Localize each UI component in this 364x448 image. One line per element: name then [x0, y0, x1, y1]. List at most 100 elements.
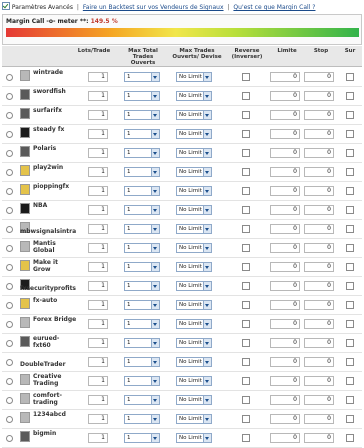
limite-input[interactable]: 0 [270, 376, 300, 386]
reverse-checkbox[interactable] [242, 320, 250, 328]
limite-input[interactable]: 0 [270, 224, 300, 234]
max-devise-select[interactable]: No Limit [176, 262, 212, 272]
max-devise-select[interactable]: No Limit [176, 205, 212, 215]
reverse-checkbox[interactable] [242, 301, 250, 309]
lots-input[interactable]: 1 [88, 224, 108, 234]
sur-checkbox[interactable] [346, 415, 354, 423]
max-total-select[interactable]: 1 [124, 395, 160, 405]
provider-name[interactable]: Forex Bridge [33, 316, 77, 323]
reverse-checkbox[interactable] [242, 358, 250, 366]
lots-input[interactable]: 1 [88, 414, 108, 424]
limite-input[interactable]: 0 [270, 148, 300, 158]
provider-name[interactable]: DoubleTrader [20, 361, 80, 368]
reverse-checkbox[interactable] [242, 263, 250, 271]
limite-input[interactable]: 0 [270, 281, 300, 291]
sur-checkbox[interactable] [346, 187, 354, 195]
max-devise-select[interactable]: No Limit [176, 338, 212, 348]
provider-name[interactable]: Creative Trading [33, 373, 77, 387]
sur-checkbox[interactable] [346, 263, 354, 271]
limite-input[interactable]: 0 [270, 186, 300, 196]
stop-input[interactable]: 0 [304, 205, 334, 215]
max-total-select[interactable]: 1 [124, 110, 160, 120]
max-devise-select[interactable]: No Limit [176, 433, 212, 443]
provider-name[interactable]: Make it Grow [33, 259, 77, 273]
sur-checkbox[interactable] [346, 168, 354, 176]
reverse-checkbox[interactable] [242, 92, 250, 100]
limite-input[interactable]: 0 [270, 319, 300, 329]
lots-input[interactable]: 1 [88, 281, 108, 291]
max-devise-select[interactable]: No Limit [176, 395, 212, 405]
reverse-checkbox[interactable] [242, 339, 250, 347]
max-total-select[interactable]: 1 [124, 376, 160, 386]
stop-input[interactable]: 0 [304, 281, 334, 291]
lots-input[interactable]: 1 [88, 205, 108, 215]
max-total-select[interactable]: 1 [124, 433, 160, 443]
max-devise-select[interactable]: No Limit [176, 167, 212, 177]
lots-input[interactable]: 1 [88, 376, 108, 386]
row-radio[interactable] [6, 283, 13, 290]
max-devise-select[interactable]: No Limit [176, 376, 212, 386]
stop-input[interactable]: 0 [304, 319, 334, 329]
limite-input[interactable]: 0 [270, 357, 300, 367]
lots-input[interactable]: 1 [88, 357, 108, 367]
limite-input[interactable]: 0 [270, 395, 300, 405]
limite-input[interactable]: 0 [270, 300, 300, 310]
sur-checkbox[interactable] [346, 206, 354, 214]
lots-input[interactable]: 1 [88, 338, 108, 348]
provider-name[interactable]: mbwsignalsintra [20, 228, 80, 235]
max-devise-select[interactable]: No Limit [176, 129, 212, 139]
sur-checkbox[interactable] [346, 301, 354, 309]
reverse-checkbox[interactable] [242, 415, 250, 423]
max-devise-select[interactable]: No Limit [176, 186, 212, 196]
row-radio[interactable] [6, 264, 13, 271]
limite-input[interactable]: 0 [270, 205, 300, 215]
lots-input[interactable]: 1 [88, 110, 108, 120]
stop-input[interactable]: 0 [304, 376, 334, 386]
backtest-link[interactable]: Faire un Backtest sur vos Vendeurs de Si… [83, 4, 224, 11]
reverse-checkbox[interactable] [242, 187, 250, 195]
row-radio[interactable] [6, 131, 13, 138]
reverse-checkbox[interactable] [242, 111, 250, 119]
row-radio[interactable] [6, 435, 13, 442]
provider-name[interactable]: 1234abcd [33, 411, 77, 418]
sur-checkbox[interactable] [346, 339, 354, 347]
row-radio[interactable] [6, 112, 13, 119]
sur-checkbox[interactable] [346, 92, 354, 100]
sur-checkbox[interactable] [346, 377, 354, 385]
sur-checkbox[interactable] [346, 130, 354, 138]
lots-input[interactable]: 1 [88, 148, 108, 158]
max-devise-select[interactable]: No Limit [176, 281, 212, 291]
stop-input[interactable]: 0 [304, 110, 334, 120]
sur-checkbox[interactable] [346, 73, 354, 81]
provider-name[interactable]: surfarifx [33, 107, 77, 114]
max-devise-select[interactable]: No Limit [176, 357, 212, 367]
provider-name[interactable]: comfort-trading [33, 392, 77, 406]
max-devise-select[interactable]: No Limit [176, 91, 212, 101]
row-radio[interactable] [6, 188, 13, 195]
provider-name[interactable]: swordfish [33, 88, 77, 95]
provider-name[interactable]: fx-auto [33, 297, 77, 304]
limite-input[interactable]: 0 [270, 243, 300, 253]
lots-input[interactable]: 1 [88, 300, 108, 310]
stop-input[interactable]: 0 [304, 243, 334, 253]
lots-input[interactable]: 1 [88, 433, 108, 443]
sur-checkbox[interactable] [346, 149, 354, 157]
stop-input[interactable]: 0 [304, 186, 334, 196]
max-devise-select[interactable]: No Limit [176, 414, 212, 424]
reverse-checkbox[interactable] [242, 396, 250, 404]
max-total-select[interactable]: 1 [124, 186, 160, 196]
sur-checkbox[interactable] [346, 225, 354, 233]
reverse-checkbox[interactable] [242, 244, 250, 252]
limite-input[interactable]: 0 [270, 91, 300, 101]
lots-input[interactable]: 1 [88, 319, 108, 329]
row-radio[interactable] [6, 359, 13, 366]
row-radio[interactable] [6, 93, 13, 100]
stop-input[interactable]: 0 [304, 433, 334, 443]
reverse-checkbox[interactable] [242, 377, 250, 385]
provider-name[interactable]: fxsecurityprofits [20, 285, 80, 292]
row-radio[interactable] [6, 340, 13, 347]
reverse-checkbox[interactable] [242, 73, 250, 81]
max-total-select[interactable]: 1 [124, 72, 160, 82]
max-total-select[interactable]: 1 [124, 319, 160, 329]
sur-checkbox[interactable] [346, 244, 354, 252]
